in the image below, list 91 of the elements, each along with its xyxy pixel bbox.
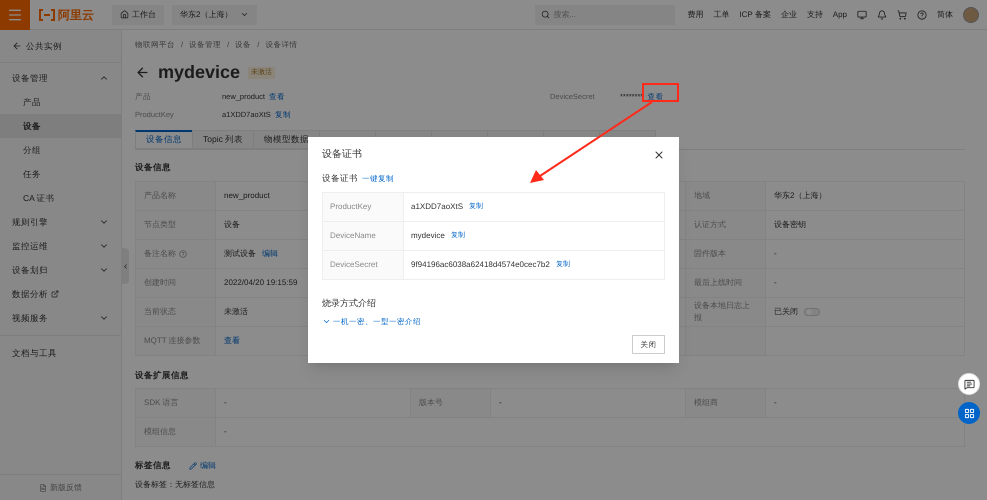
dialog-title: 设备证书 — [322, 148, 362, 162]
field-value: new_product — [224, 190, 270, 202]
tag-label: 设备标签： — [135, 479, 175, 491]
field-label: 版本号 — [411, 389, 491, 418]
sidebar-item[interactable]: CA 证书 — [0, 186, 121, 210]
section-title: 标签信息 — [135, 459, 171, 472]
bracket-logo-icon — [38, 8, 56, 20]
back-link[interactable]: 公共实例 — [0, 30, 121, 63]
region-dropdown[interactable]: 华东2（上海） — [172, 4, 258, 24]
field-label: DeviceName — [323, 222, 404, 251]
field-label: 认证方式 — [694, 218, 726, 230]
top-link[interactable]: 支持 — [806, 8, 823, 20]
sidebar-item[interactable]: 数据分析 — [0, 282, 121, 306]
chat-button[interactable] — [958, 373, 980, 395]
top-link[interactable]: 企业 — [780, 8, 797, 20]
field-label: 当前状态 — [144, 306, 176, 318]
tab[interactable]: 设备信息 — [135, 130, 193, 149]
notification-icon[interactable] — [877, 10, 887, 20]
field-label: 模组信息 — [136, 418, 216, 448]
home-icon — [120, 10, 129, 19]
field-value: - — [216, 418, 965, 448]
sidebar-item[interactable]: 设备管理 — [0, 66, 121, 90]
field-value: 设备 — [224, 218, 240, 230]
field-value: 未激活 — [224, 306, 248, 318]
field-value: 华东2（上海） — [774, 190, 826, 202]
collapse-handle[interactable] — [121, 248, 129, 284]
back-arrow-icon — [12, 41, 22, 51]
external-link-icon — [51, 290, 59, 298]
sidebar-item[interactable]: 文档与工具 — [0, 341, 121, 365]
tab[interactable]: Topic 列表 — [192, 130, 254, 149]
field-link[interactable]: 查看 — [224, 334, 240, 346]
field-value: - — [774, 248, 777, 260]
sidebar-item[interactable]: 任务 — [0, 162, 121, 186]
field-value: mydevice — [411, 230, 445, 242]
field-label: 创建时间 — [144, 276, 176, 288]
sidebar-item[interactable]: 设备划归 — [0, 258, 121, 282]
edit-link[interactable]: 编辑 — [189, 460, 216, 472]
sidebar-item[interactable]: 分组 — [0, 138, 121, 162]
brand-logo: 阿里云 — [38, 6, 94, 24]
toggle-switch[interactable] — [804, 308, 820, 316]
field-value: 测试设备 — [224, 248, 256, 260]
device-title: mydevice — [158, 61, 240, 84]
field-label: 地域 — [694, 190, 710, 202]
field-label: ProductKey — [323, 192, 404, 222]
feedback-button[interactable]: 新版反馈 — [0, 474, 121, 500]
top-link[interactable]: 费用 — [687, 8, 704, 20]
field-label: 备注名称 — [144, 248, 176, 260]
tag-value: 无标签信息 — [175, 479, 215, 491]
chat-icon — [964, 378, 974, 390]
close-button[interactable] — [653, 148, 665, 160]
sidebar-item[interactable]: 监控运维 — [0, 234, 121, 258]
field-value: 9f94196ac6038a62418d4574e0cec7b2 — [411, 258, 550, 271]
sidebar-item[interactable]: 设备 — [0, 114, 121, 138]
section-title: 烧录方式介绍 — [322, 296, 377, 310]
field-label: 固件版本 — [694, 248, 726, 260]
grid-icon — [964, 408, 974, 418]
sidebar-item[interactable]: 视频服务 — [0, 306, 121, 330]
field-label: SDK 语言 — [136, 389, 216, 418]
apps-button[interactable] — [958, 402, 980, 424]
menu-icon — [7, 6, 23, 22]
language-link[interactable]: 简体 — [937, 8, 953, 20]
field-label: 模组商 — [686, 389, 766, 418]
field-label: 产品名称 — [144, 190, 176, 202]
sidebar-item[interactable]: 产品 — [0, 90, 121, 114]
field-value: - — [774, 276, 777, 288]
search-icon — [541, 10, 550, 18]
section-title: 设备扩展信息 — [135, 368, 190, 382]
field-value: 设备密钥 — [774, 218, 806, 230]
sidebar-item[interactable]: 规则引擎 — [0, 210, 121, 234]
chevron-left-icon — [122, 262, 128, 270]
dialog-subtitle: 设备证书 — [322, 172, 358, 185]
field-value: a1XDD7aoXtS — [411, 200, 464, 213]
top-link[interactable]: ICP 备案 — [739, 8, 771, 20]
top-link[interactable]: 工单 — [713, 8, 730, 20]
cart-icon[interactable] — [897, 10, 907, 20]
pencil-icon — [189, 462, 197, 470]
workbench-button[interactable]: 工作台 — [112, 4, 164, 24]
field-label: 节点类型 — [144, 218, 176, 230]
field-value: 2022/04/20 19:15:59 — [224, 276, 298, 288]
help-icon[interactable] — [917, 10, 927, 20]
console-icon[interactable] — [857, 10, 867, 20]
chevron-down-icon — [240, 10, 250, 19]
field-value: 已关闭 — [774, 306, 798, 318]
top-link[interactable]: App — [832, 8, 847, 20]
section-title: 设备信息 — [135, 160, 172, 174]
field-link[interactable]: 编辑 — [262, 248, 278, 260]
field-label: DeviceSecret — [323, 250, 404, 280]
close-icon — [653, 148, 665, 160]
document-icon — [39, 484, 47, 492]
highlight-box — [642, 83, 679, 102]
field-label: MQTT 连接参数 — [144, 334, 201, 346]
